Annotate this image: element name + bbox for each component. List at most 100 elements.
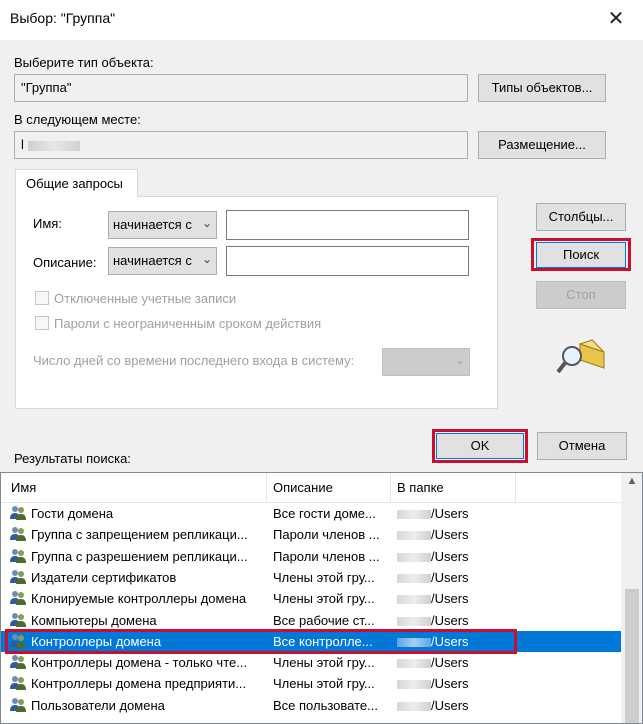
table-row[interactable]: Группа с разрешением репликаци... Пароли …: [1, 546, 621, 567]
column-divider[interactable]: [266, 473, 267, 503]
row-name: Компьютеры домена: [31, 612, 157, 628]
row-name: Группа с разрешением репликаци...: [31, 548, 248, 564]
results-header: Имя Описание В папке: [1, 473, 621, 503]
row-description: Члены этой гру...: [273, 569, 375, 585]
row-description: Пароли членов ...: [273, 548, 380, 564]
column-header-folder[interactable]: В папке: [397, 480, 444, 495]
row-folder: /Users: [397, 506, 469, 521]
non-expiring-label: Пароли с неограниченным сроком действия: [54, 316, 322, 331]
row-folder-path: /Users: [431, 591, 469, 607]
blurred-domain-text: [397, 510, 431, 520]
magnifier-icon: [556, 339, 605, 374]
group-users-icon: [9, 526, 27, 542]
object-type-label: Выберите тип объекта:: [14, 55, 154, 70]
row-folder-path: /Users: [431, 569, 469, 585]
table-row[interactable]: Компьютеры домена Все рабочие ст... /Users: [1, 610, 621, 631]
name-input[interactable]: [226, 210, 469, 240]
row-description: Члены этой гру...: [273, 655, 375, 671]
scrollbar-thumb[interactable]: [625, 589, 639, 723]
row-folder-path: /Users: [431, 612, 469, 628]
row-folder: /Users: [397, 676, 469, 691]
scroll-up-icon[interactable]: ▲: [621, 475, 642, 493]
location-button[interactable]: Размещение...: [478, 131, 606, 159]
row-description: Все рабочие ст...: [273, 612, 375, 628]
row-name: Пользователи домена: [31, 697, 165, 713]
row-folder: /Users: [397, 698, 469, 713]
description-input[interactable]: [226, 246, 469, 276]
row-folder: /Users: [397, 570, 469, 585]
results-list[interactable]: Имя Описание В папке Гости домена Все гос…: [0, 472, 643, 724]
group-users-icon: [9, 654, 27, 670]
row-folder: /Users: [397, 527, 469, 542]
column-header-description[interactable]: Описание: [273, 480, 333, 495]
name-mode-select[interactable]: начинается с ⌄: [108, 211, 217, 239]
column-divider[interactable]: [515, 473, 516, 503]
days-select[interactable]: ⌄: [382, 348, 470, 376]
row-description: Члены этой гру...: [273, 676, 375, 692]
row-name: Контроллеры домена предприяти...: [31, 676, 247, 692]
stop-button[interactable]: Стоп: [536, 281, 626, 309]
object-types-button[interactable]: Типы объектов...: [478, 74, 606, 102]
location-field: l: [14, 131, 468, 159]
blurred-domain-text: [397, 552, 431, 562]
blurred-domain-text: [397, 595, 431, 605]
table-row[interactable]: Клонируемые контроллеры домена Члены этой…: [1, 588, 621, 609]
search-button[interactable]: Поиск: [536, 242, 626, 268]
group-users-icon: [9, 590, 27, 606]
location-label: В следующем месте:: [14, 112, 141, 127]
object-type-field: "Группа": [14, 74, 468, 102]
description-mode-value: начинается с: [113, 253, 192, 268]
row-name: Клонируемые контроллеры домена: [31, 591, 247, 607]
row-description: Члены этой гру...: [273, 591, 375, 607]
ok-button[interactable]: OK: [436, 433, 524, 459]
row-folder-path: /Users: [431, 655, 469, 671]
blurred-domain-text: [397, 680, 431, 690]
name-label: Имя:: [33, 216, 62, 231]
blurred-domain-text: [397, 659, 431, 669]
blurred-domain-text: [397, 573, 431, 583]
chevron-down-icon: ⌄: [201, 216, 212, 230]
table-row[interactable]: Пользователи домена Все пользовате... /Use…: [1, 695, 621, 716]
row-folder: /Users: [397, 549, 469, 564]
columns-button[interactable]: Столбцы...: [536, 203, 626, 231]
row-description: Все гости доме...: [273, 506, 376, 521]
location-value: l: [21, 137, 24, 152]
group-users-icon: [9, 569, 27, 585]
row-folder-path: /Users: [431, 697, 469, 713]
description-label: Описание:: [33, 255, 97, 270]
row-folder: /Users: [397, 655, 469, 670]
tab-common-queries[interactable]: Общие запросы: [15, 169, 138, 197]
disabled-accounts-checkbox[interactable]: [35, 291, 49, 305]
row-folder: /Users: [397, 591, 469, 606]
group-users-icon: [9, 548, 27, 564]
chevron-down-icon: ⌄: [454, 353, 465, 367]
row-name: Гости домена: [31, 506, 114, 521]
table-row[interactable]: Гости домена Все гости доме... /Users: [1, 503, 621, 524]
blurred-domain-text: [397, 531, 431, 541]
column-divider[interactable]: [390, 473, 391, 503]
results-label: Результаты поиска:: [14, 451, 131, 466]
description-mode-select[interactable]: начинается с ⌄: [108, 247, 217, 275]
column-header-name[interactable]: Имя: [11, 480, 36, 495]
selected-row-highlight: [5, 628, 517, 654]
table-row[interactable]: Контроллеры домена - только чте... Члены …: [1, 652, 621, 673]
row-name: Группа с запрещением репликаци...: [31, 527, 248, 543]
row-folder-path: /Users: [431, 548, 469, 564]
non-expiring-checkbox[interactable]: [35, 316, 49, 330]
table-row[interactable]: Контроллеры домена предприяти... Члены эт…: [1, 673, 621, 694]
row-description: Пароли членов ...: [273, 527, 380, 543]
table-row[interactable]: Группа с запрещением репликаци... Пароли …: [1, 524, 621, 545]
row-folder-path: /Users: [431, 527, 469, 543]
close-icon[interactable]: ✕: [598, 4, 634, 34]
blurred-domain-text: [397, 616, 431, 626]
group-users-icon: [9, 505, 27, 521]
cancel-button[interactable]: Отмена: [537, 432, 627, 460]
row-folder-path: /Users: [431, 676, 469, 692]
vertical-scrollbar[interactable]: ▲: [621, 473, 642, 723]
table-row[interactable]: Издатели сертификатов Члены этой гру... /U…: [1, 567, 621, 588]
days-since-logon-label: Число дней со времени последнего входа в…: [33, 353, 355, 368]
row-name: Издатели сертификатов: [31, 569, 177, 585]
group-users-icon: [9, 697, 27, 713]
window-title: Выбор: "Группа": [10, 10, 116, 26]
row-name: Контроллеры домена - только чте...: [31, 655, 248, 671]
